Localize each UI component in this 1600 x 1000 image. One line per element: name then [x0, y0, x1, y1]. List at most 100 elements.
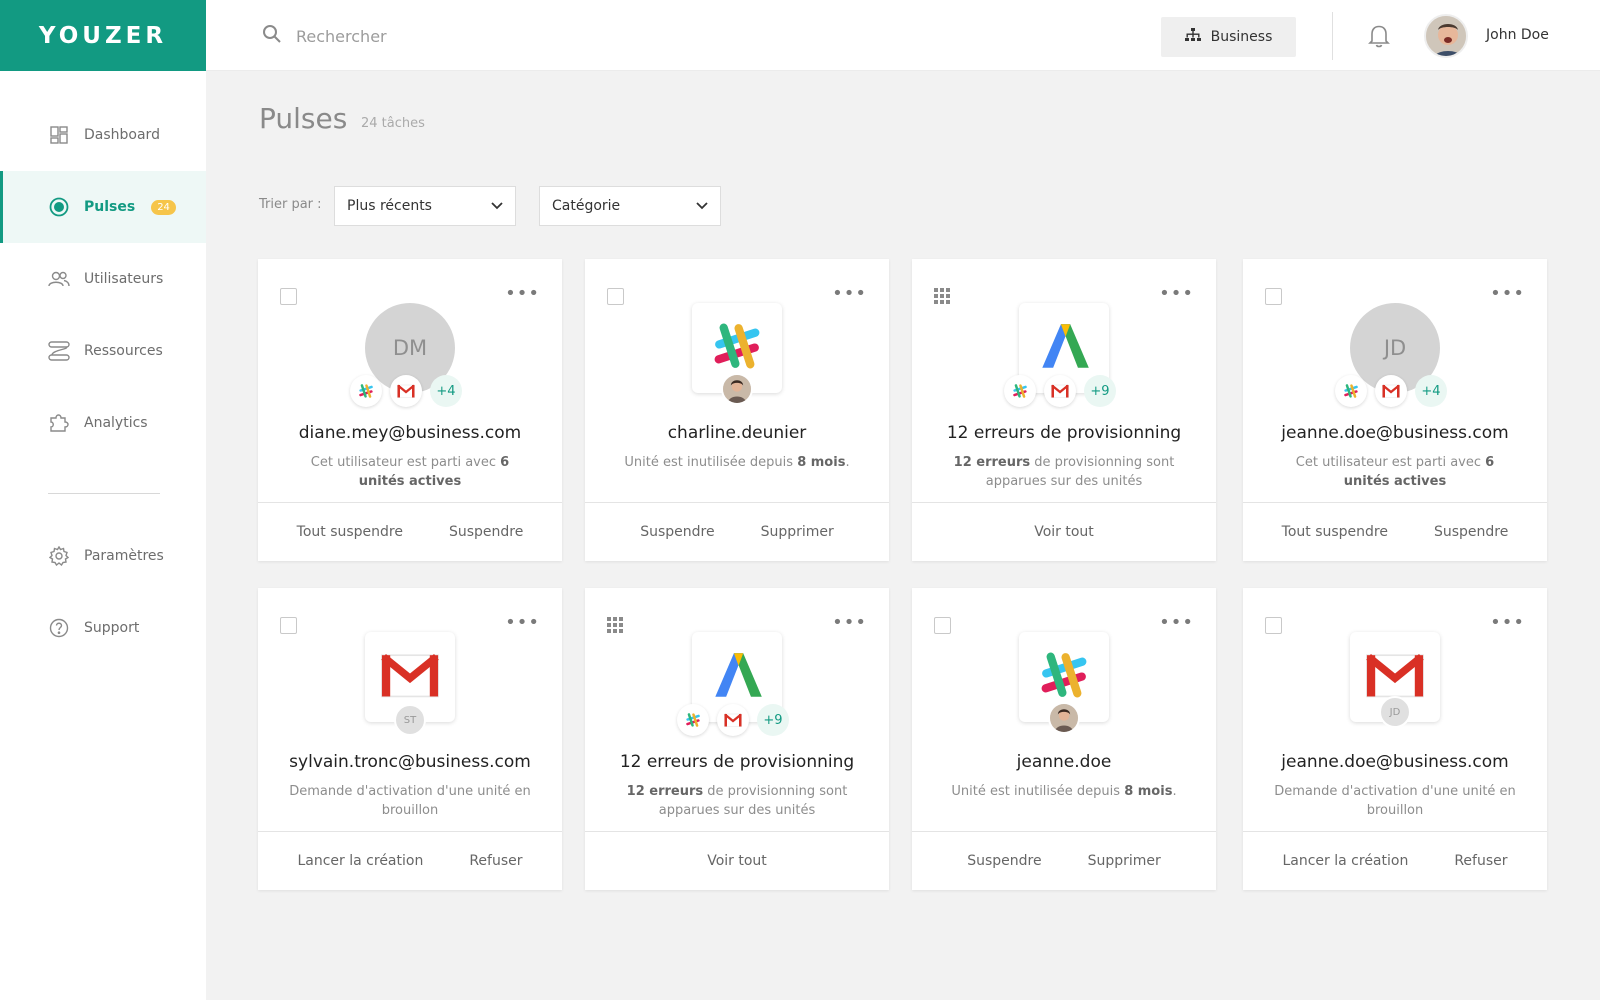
view-all-button[interactable]: Voir tout	[707, 853, 767, 869]
search-input[interactable]	[296, 26, 696, 46]
grid-icon[interactable]	[934, 288, 950, 308]
suspend-button[interactable]: Suspendre	[967, 853, 1041, 869]
chevron-down-icon	[491, 198, 503, 214]
pulses-count-badge: 24	[151, 199, 176, 215]
sort-label: Trier par :	[259, 197, 322, 212]
card-actions: Suspendre Supprimer	[912, 831, 1216, 890]
card-actions: Voir tout	[585, 831, 889, 890]
sidebar-item-settings[interactable]: Paramètres	[0, 520, 206, 592]
card-actions: Suspendre Supprimer	[585, 502, 889, 561]
card-description: Demande d'activation d'une unité en brou…	[1274, 784, 1516, 818]
pulse-card: ••• ST sylvain.tronc@business.com Demand…	[258, 588, 562, 890]
pulse-card: ••• +9 12 erreurs de provisionning 12 er…	[912, 259, 1216, 561]
resources-icon	[48, 340, 70, 362]
search-bar	[262, 24, 696, 48]
slack-icon	[350, 375, 382, 407]
sidebar-item-label: Utilisateurs	[84, 271, 164, 287]
pulse-card: ••• JD +4 jeanne.doe@business.com Cet ut…	[1243, 259, 1547, 561]
launch-creation-button[interactable]: Lancer la création	[1282, 853, 1408, 869]
pulse-icon	[48, 196, 70, 218]
card-checkbox[interactable]	[607, 288, 624, 305]
slack-icon	[677, 704, 709, 736]
suspend-button[interactable]: Suspendre	[449, 524, 523, 540]
owner-initials-avatar: ST	[394, 704, 426, 736]
sidebar-divider	[48, 493, 160, 494]
sidebar-item-label: Ressources	[84, 343, 163, 359]
card-title: 12 erreurs de provisionning	[946, 423, 1182, 443]
slack-icon	[1335, 375, 1367, 407]
sidebar: YOUZER Dashboard Pulses 24 Utilisateurs	[0, 0, 206, 1000]
card-description: 12 erreurs de provisionning sont apparue…	[953, 455, 1175, 489]
more-options-icon[interactable]: •••	[1159, 614, 1194, 632]
gmail-icon	[1044, 375, 1076, 407]
more-options-icon[interactable]: •••	[505, 285, 540, 303]
delete-button[interactable]: Supprimer	[1088, 853, 1161, 869]
sidebar-item-support[interactable]: Support	[0, 592, 206, 664]
user-photo-avatar	[721, 373, 753, 405]
refuse-button[interactable]: Refuser	[469, 853, 522, 869]
sidebar-item-label: Pulses	[84, 199, 136, 215]
slack-icon	[1004, 375, 1036, 407]
gmail-icon	[390, 375, 422, 407]
card-description: Cet utilisateur est parti avec 6 unités …	[310, 455, 510, 489]
more-apps-badge[interactable]: +4	[1415, 375, 1447, 407]
suspend-button[interactable]: Suspendre	[640, 524, 714, 540]
card-title: jeanne.doe@business.com	[1281, 752, 1509, 772]
grid-icon[interactable]	[607, 617, 623, 637]
more-options-icon[interactable]: •••	[1159, 285, 1194, 303]
sidebar-item-analytics[interactable]: Analytics	[0, 387, 206, 459]
more-apps-badge[interactable]: +9	[1084, 375, 1116, 407]
sort-value: Plus récents	[347, 198, 432, 214]
suspend-all-button[interactable]: Tout suspendre	[297, 524, 403, 540]
gmail-icon	[377, 642, 443, 712]
more-options-icon[interactable]: •••	[1490, 614, 1525, 632]
category-select[interactable]: Catégorie	[539, 186, 721, 226]
suspend-all-button[interactable]: Tout suspendre	[1282, 524, 1388, 540]
suspend-button[interactable]: Suspendre	[1434, 524, 1508, 540]
more-options-icon[interactable]: •••	[832, 285, 867, 303]
more-apps-badge[interactable]: +4	[430, 375, 462, 407]
owner-initials-avatar: JD	[1379, 696, 1411, 728]
more-options-icon[interactable]: •••	[832, 614, 867, 632]
page-title: Pulses	[259, 102, 348, 135]
bell-icon[interactable]	[1368, 24, 1390, 52]
sidebar-item-label: Dashboard	[84, 127, 160, 143]
user-name[interactable]: John Doe	[1486, 27, 1549, 43]
topbar-divider	[1332, 12, 1333, 60]
sidebar-item-pulses[interactable]: Pulses 24	[0, 171, 206, 243]
card-checkbox[interactable]	[280, 288, 297, 305]
sidebar-item-label: Analytics	[84, 415, 148, 431]
card-checkbox[interactable]	[1265, 288, 1282, 305]
sidebar-item-users[interactable]: Utilisateurs	[0, 243, 206, 315]
card-title: diane.mey@business.com	[298, 423, 522, 443]
search-icon	[262, 24, 282, 48]
card-title: charline.deunier	[667, 423, 807, 443]
card-checkbox[interactable]	[934, 617, 951, 634]
app-list: +4	[1335, 375, 1455, 407]
launch-creation-button[interactable]: Lancer la création	[297, 853, 423, 869]
pulse-card: ••• +9 12 erreurs de provisionning 12 er…	[585, 588, 889, 890]
delete-button[interactable]: Supprimer	[761, 524, 834, 540]
dashboard-icon	[48, 124, 70, 146]
sidebar-item-label: Paramètres	[84, 548, 164, 564]
sidebar-item-dashboard[interactable]: Dashboard	[0, 99, 206, 171]
sidebar-item-label: Support	[84, 620, 140, 636]
refuse-button[interactable]: Refuser	[1454, 853, 1507, 869]
more-apps-badge[interactable]: +9	[757, 704, 789, 736]
card-checkbox[interactable]	[280, 617, 297, 634]
more-options-icon[interactable]: •••	[505, 614, 540, 632]
business-button[interactable]: Business	[1161, 17, 1296, 57]
pulse-card: ••• DM +4 diane.mey@business.com Cet uti…	[258, 259, 562, 561]
gmail-icon	[717, 704, 749, 736]
sort-select[interactable]: Plus récents	[334, 186, 516, 226]
card-actions: Lancer la création Refuser	[1243, 831, 1547, 890]
more-options-icon[interactable]: •••	[1490, 285, 1525, 303]
category-value: Catégorie	[552, 198, 621, 214]
card-checkbox[interactable]	[1265, 617, 1282, 634]
sidebar-item-resources[interactable]: Ressources	[0, 315, 206, 387]
view-all-button[interactable]: Voir tout	[1034, 524, 1094, 540]
app-list: +9	[1004, 375, 1124, 407]
brand-logo[interactable]: YOUZER	[0, 0, 206, 71]
card-title: 12 erreurs de provisionning	[619, 752, 855, 772]
user-avatar[interactable]	[1424, 14, 1468, 58]
